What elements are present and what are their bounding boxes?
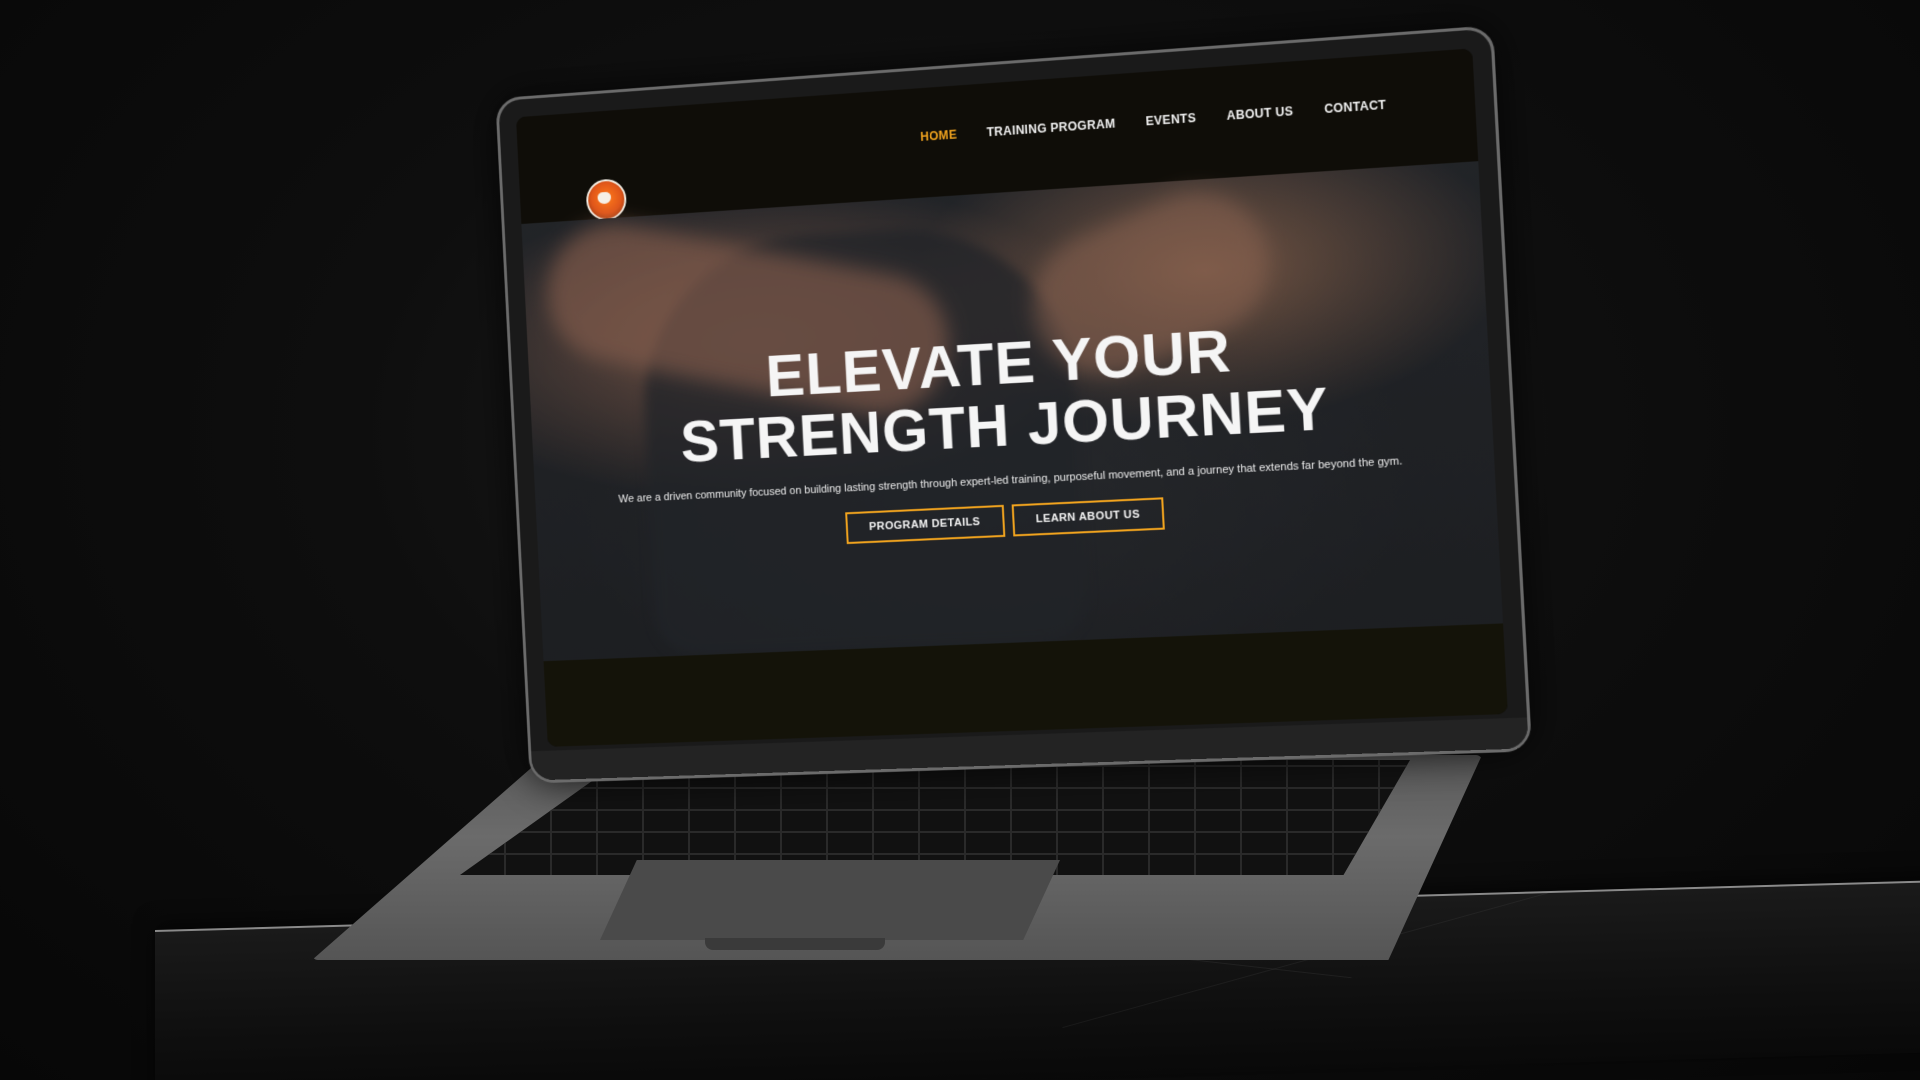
nav-about-us[interactable]: ABOUT US [1226, 104, 1293, 123]
lion-logo-icon[interactable] [585, 178, 627, 222]
nav-training-program[interactable]: TRAINING PROGRAM [986, 116, 1115, 139]
learn-about-us-button[interactable]: LEARN ABOUT US [1011, 497, 1165, 536]
nav-home[interactable]: HOME [920, 127, 957, 143]
laptop-notch [705, 938, 885, 950]
nav-events[interactable]: EVENTS [1145, 111, 1196, 129]
website-screen: HOME TRAINING PROGRAM EVENTS ABOUT US CO… [516, 48, 1508, 746]
laptop-screen-lid: HOME TRAINING PROGRAM EVENTS ABOUT US CO… [495, 25, 1532, 783]
nav-contact[interactable]: CONTACT [1324, 98, 1387, 117]
hero-section: ELEVATE YOUR STRENGTH JOURNEY We are a d… [521, 161, 1503, 661]
mockup-stage: HOME TRAINING PROGRAM EVENTS ABOUT US CO… [0, 0, 1920, 1080]
trackpad [600, 860, 1060, 940]
main-nav: HOME TRAINING PROGRAM EVENTS ABOUT US CO… [920, 98, 1387, 144]
